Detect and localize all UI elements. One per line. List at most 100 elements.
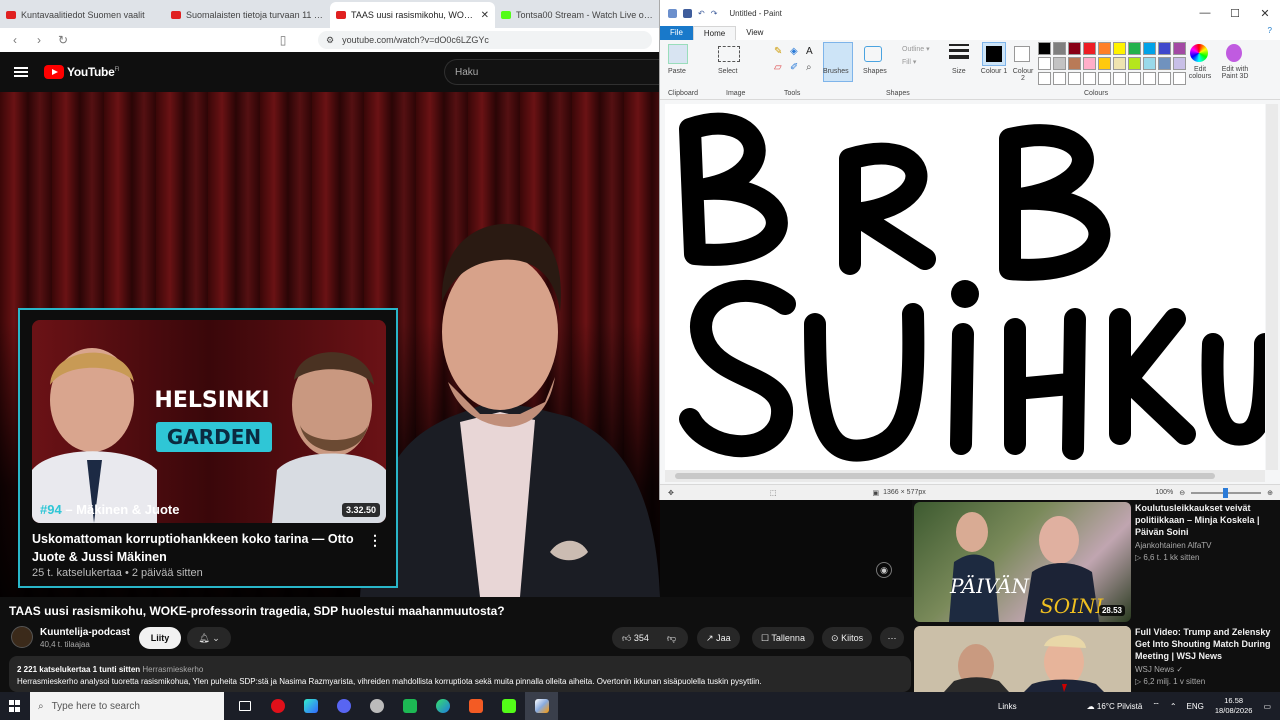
colour-swatch[interactable] (1158, 42, 1171, 55)
colour-swatch[interactable] (1053, 57, 1066, 70)
weather-widget[interactable]: ☁ 16°C Pilvistä (1082, 702, 1148, 711)
paint3d-icon[interactable] (1226, 44, 1242, 62)
video-description[interactable]: 2 221 katselukertaa 1 tunti sitten Herra… (9, 656, 911, 692)
colour-swatch[interactable] (1068, 72, 1081, 85)
outline-button[interactable]: Outline ▾ (902, 45, 930, 53)
save-icon[interactable] (683, 8, 692, 18)
start-button[interactable] (0, 692, 30, 720)
menu-icon[interactable] (14, 67, 28, 77)
select-button[interactable]: Select (718, 68, 737, 75)
zoom-in-icon[interactable]: ⊕ (1267, 489, 1273, 497)
notification-bell-button[interactable]: 🔔︎ ⌄ (187, 627, 231, 649)
app-icon[interactable] (294, 692, 327, 720)
paste-button[interactable]: Paste (668, 68, 686, 75)
colour-swatch[interactable] (1098, 72, 1111, 85)
horizontal-scrollbar[interactable] (665, 470, 1265, 482)
tab-file[interactable]: File (660, 26, 693, 40)
colour-swatch[interactable] (1038, 72, 1051, 85)
zoom-slider[interactable] (1191, 487, 1262, 498)
magnifier-icon[interactable]: ⌕ (806, 62, 812, 73)
hashtag[interactable]: Herrasmieskerho (142, 665, 203, 674)
like-button[interactable]: 👍︎ 354 (622, 627, 649, 649)
minimize-icon[interactable]: — (1190, 0, 1220, 26)
forward-icon[interactable]: › (32, 33, 46, 47)
recommendation-channel[interactable]: Ajankohtainen AlfaTV (1135, 541, 1275, 550)
vertical-scrollbar[interactable] (1266, 104, 1278, 470)
colour-swatch[interactable] (1143, 57, 1156, 70)
opera-icon[interactable] (261, 692, 294, 720)
colour-swatch[interactable] (1158, 72, 1171, 85)
color-picker-icon[interactable]: ✐ (790, 62, 798, 73)
chevron-up-icon[interactable]: ⌃ (1165, 702, 1182, 711)
size-button[interactable]: Size (952, 68, 966, 75)
thanks-button[interactable]: ⊙ Kiitos (822, 627, 873, 649)
paint-taskbar-icon[interactable] (525, 692, 558, 720)
taskbar-search-input[interactable]: ⌕ Type here to search (30, 692, 224, 720)
redo-icon[interactable]: ↷ (711, 9, 718, 18)
size-icon[interactable] (949, 44, 969, 62)
colour-swatch[interactable] (1173, 72, 1186, 85)
brushes-icon[interactable] (823, 42, 853, 82)
colour1-button[interactable] (982, 42, 1006, 66)
clock[interactable]: 16.58 18/08/2026 (1209, 696, 1259, 716)
brave-icon[interactable] (459, 692, 492, 720)
brushes-button[interactable]: Brushes (823, 68, 849, 75)
browser-tab[interactable]: Suomalaisten tietoja turvaan 11 jutt (165, 2, 330, 28)
colour-swatch[interactable] (1083, 42, 1096, 55)
edge-icon[interactable] (426, 692, 459, 720)
colour-swatch[interactable] (1068, 42, 1081, 55)
colour-swatch[interactable] (1128, 72, 1141, 85)
reload-icon[interactable]: ↻ (56, 33, 70, 47)
browser-tab[interactable]: Kuntavaalitiedot Suomen vaalit (0, 2, 165, 28)
zoom-out-icon[interactable]: ⊖ (1179, 489, 1185, 497)
fill-icon[interactable]: ◈ (790, 46, 798, 57)
discord-icon[interactable] (327, 692, 360, 720)
colour-swatch[interactable] (1173, 42, 1186, 55)
channel-watermark-icon[interactable]: ◉ (876, 562, 892, 578)
maximize-icon[interactable]: ☐ (1220, 0, 1250, 26)
undo-icon[interactable]: ↶ (698, 9, 705, 18)
eraser-icon[interactable]: ▱ (774, 62, 782, 73)
colour-swatch[interactable] (1128, 42, 1141, 55)
youtube-logo[interactable]: YouTubeFI (67, 65, 119, 79)
dislike-button[interactable]: 👎︎ (667, 627, 676, 649)
colour2-button[interactable] (1014, 46, 1030, 62)
tab-view[interactable]: View (736, 26, 773, 40)
avatar[interactable] (11, 626, 33, 648)
colour-swatch[interactable] (1173, 57, 1186, 70)
channel-name[interactable]: Kuuntelija-podcast (40, 627, 130, 638)
youtube-logo-icon[interactable] (44, 65, 64, 79)
colour-swatch[interactable] (1053, 72, 1066, 85)
colour-swatch[interactable] (1143, 42, 1156, 55)
more-actions-button[interactable]: ⋯ (880, 627, 904, 649)
colour-swatch[interactable] (1128, 57, 1141, 70)
colour-swatch[interactable] (1098, 57, 1111, 70)
close-icon[interactable]: ✕ (1250, 0, 1280, 26)
kick-icon[interactable] (492, 692, 525, 720)
links-toolbar[interactable]: Links (993, 702, 1022, 711)
colour-swatch[interactable] (1083, 57, 1096, 70)
bookmark-icon[interactable]: ▯ (276, 33, 290, 47)
shapes-icon[interactable] (864, 46, 882, 62)
colour-swatch[interactable] (1038, 42, 1051, 55)
recommendation-title[interactable]: Koulutusleikkaukset veivät politiikkaan … (1135, 502, 1275, 538)
select-icon[interactable] (718, 46, 740, 62)
back-icon[interactable]: ‹ (8, 33, 22, 47)
card-thumbnail[interactable]: HELSINKI GARDEN #94 – Mäkinen & Juote 3.… (32, 320, 386, 523)
save-button[interactable]: ☐ Tallenna (752, 627, 814, 649)
site-info-icon[interactable]: ⚙ (326, 35, 334, 46)
url-field[interactable]: ⚙ youtube.com/watch?v=dO0c6LZGYc (318, 31, 652, 49)
more-options-icon[interactable]: ⋮ (368, 532, 382, 549)
colour-palette[interactable] (1038, 42, 1187, 86)
notification-icon[interactable]: ▭ (1258, 702, 1276, 711)
search-input[interactable]: Haku (444, 59, 660, 85)
close-tab-icon[interactable]: ✕ (481, 10, 489, 21)
colour-swatch[interactable] (1143, 72, 1156, 85)
colour-swatch[interactable] (1053, 42, 1066, 55)
edit-colours-button[interactable]: Edit colours (1187, 66, 1213, 80)
fill-button[interactable]: Fill ▾ (902, 58, 916, 66)
pencil-icon[interactable]: ✎ (774, 46, 782, 57)
recommendation-channel[interactable]: WSJ News ✓ (1135, 665, 1275, 674)
text-icon[interactable]: A (806, 46, 813, 57)
shapes-button[interactable]: Shapes (863, 68, 887, 75)
